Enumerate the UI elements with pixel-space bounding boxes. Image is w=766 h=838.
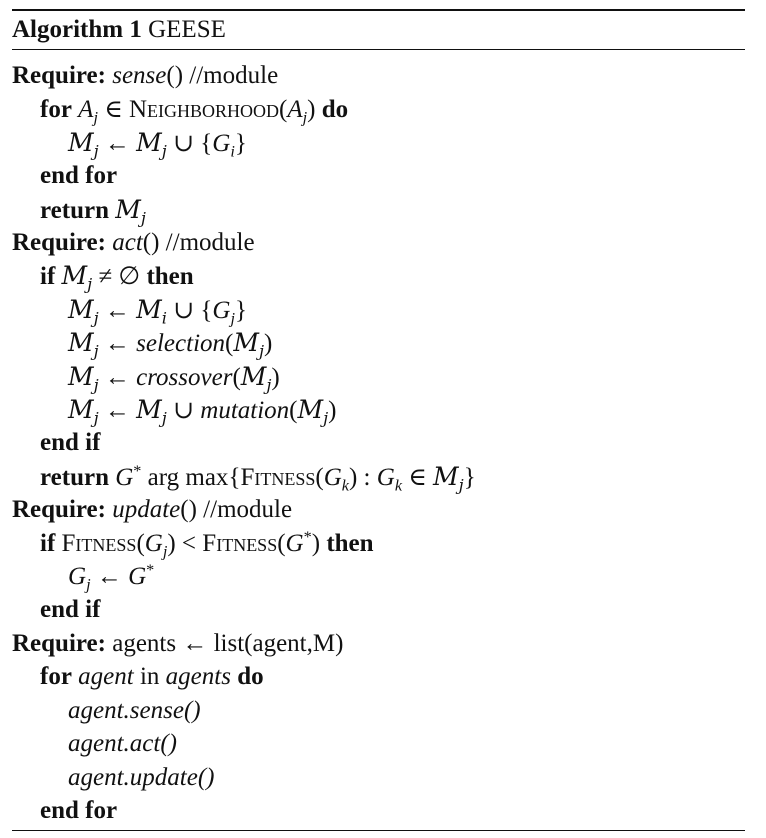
algorithm-line-14: Require: update() //module [12, 495, 292, 525]
algorithm-line-21: agent.act() [68, 729, 177, 759]
in-keyword: in [139, 663, 160, 690]
return-keyword: return [40, 464, 109, 491]
algorithm-line-11: Mj ← Mj ∪ mutation(Mj) [68, 395, 337, 428]
algorithm-line-2: for Aj ∈ Neighborhood(Aj) do [40, 96, 349, 127]
then-keyword: then [326, 530, 374, 557]
act-function: act [112, 229, 143, 256]
agents-variable: agents [165, 663, 231, 690]
require-keyword: Require: [12, 630, 106, 657]
algorithm-line-23: end for [40, 796, 117, 826]
algorithm-line-9: Mj ← selection(Mj) [68, 328, 273, 361]
crossover-function: crossover [136, 364, 233, 391]
algorithm-line-20: agent.sense() [68, 696, 201, 726]
agent-variable: agent [78, 663, 134, 690]
module-comment: () //module [166, 62, 279, 89]
neighborhood-function: Neighborhood [128, 96, 280, 123]
algorithm-line-4: end for [40, 161, 117, 191]
algorithm-line-6: Require: act() //module [12, 228, 255, 258]
require-keyword: Require: [12, 496, 106, 523]
end-if-keyword: end if [40, 596, 101, 623]
algorithm-line-18: Require: agents ← list(agent,M) [12, 629, 343, 659]
fitness-function: Fitness [240, 464, 316, 491]
if-keyword: if [40, 530, 56, 557]
algorithm-line-12: end if [40, 428, 100, 458]
algorithm-line-19: for agent in agents do [40, 662, 264, 692]
algorithm-caption: Algorithm 1 GEESE [12, 15, 226, 45]
algorithm-line-7: if Mj ≠ ∅ then [40, 261, 194, 294]
algorithm-line-5: return Mj [40, 195, 146, 228]
agent-sense-call: agent.sense() [68, 697, 201, 724]
algorithm-line-8: Mj ← Mi ∪ {Gj} [68, 295, 247, 328]
for-keyword: for [40, 663, 72, 690]
algorithm-line-1: Require: sense() //module [12, 61, 278, 91]
algorithm-line-15: if Fitness(Gj) < Fitness(G*) then [40, 528, 374, 561]
if-keyword: if [40, 263, 56, 290]
end-if-keyword: end if [40, 429, 101, 456]
algorithm-line-10: Mj ← crossover(Mj) [68, 362, 280, 395]
algorithm-number: Algorithm 1 [12, 16, 142, 43]
fitness-function: Fitness [61, 530, 137, 557]
module-comment: () //module [180, 496, 293, 523]
algorithm-line-13: return G* arg max{Fitness(Gk) : Gk ∈ Mj} [40, 462, 476, 495]
mutation-function: mutation [200, 397, 290, 424]
caption-rule [12, 49, 745, 50]
algorithm-line-22: agent.update() [68, 763, 214, 793]
algorithm-line-17: end if [40, 595, 100, 625]
agents-list-expression: agents ← list(agent,M) [112, 630, 344, 657]
argmax-operator: arg max [147, 464, 229, 491]
update-function: update [112, 496, 181, 523]
end-for-keyword: end for [40, 797, 118, 824]
agent-update-call: agent.update() [68, 764, 215, 791]
require-keyword: Require: [12, 62, 106, 89]
algorithm-line-3: Mj ← Mj ∪ {Gi} [68, 128, 247, 161]
top-rule [12, 9, 745, 11]
do-keyword: do [237, 663, 264, 690]
fitness-function: Fitness [202, 530, 278, 557]
return-keyword: return [40, 197, 109, 224]
for-keyword: for [40, 96, 72, 123]
then-keyword: then [146, 263, 194, 290]
require-keyword: Require: [12, 229, 106, 256]
selection-function: selection [136, 330, 226, 357]
bottom-rule [12, 830, 745, 831]
sense-function: sense [112, 62, 167, 89]
algorithm-name: GEESE [148, 16, 226, 43]
algorithm-line-16: Gj ← G* [68, 561, 155, 594]
end-for-keyword: end for [40, 162, 118, 189]
agent-act-call: agent.act() [68, 730, 177, 757]
module-comment: () //module [142, 229, 255, 256]
do-keyword: do [321, 96, 349, 123]
